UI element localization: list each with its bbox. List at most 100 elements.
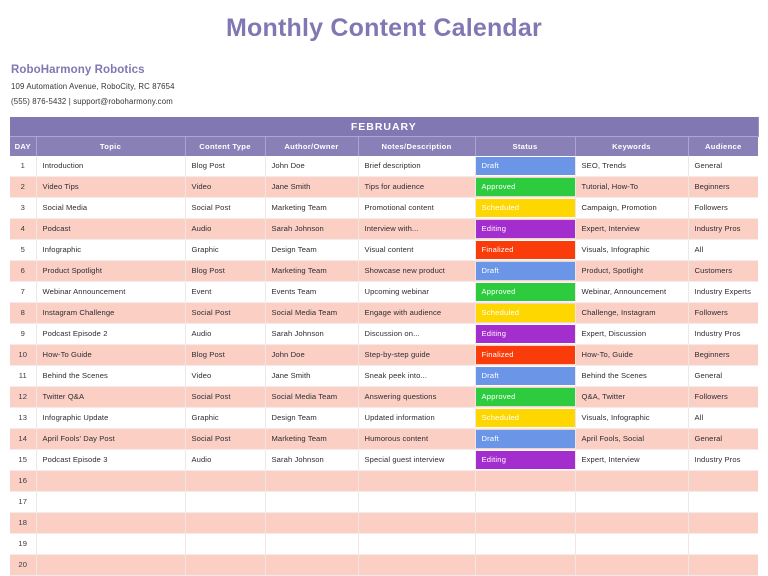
cell-content-type[interactable]: Social Post: [185, 302, 266, 324]
table-row[interactable]: 8 Instagram Challenge Social Post Social Me…: [10, 302, 759, 324]
status-badge[interactable]: Scheduled: [475, 198, 574, 217]
table-row[interactable]: 14 April Fools' Day Post Social Post Market…: [10, 428, 759, 450]
status-badge[interactable]: Editing: [475, 324, 574, 343]
cell-keywords[interactable]: Visuals, Infographic: [575, 239, 689, 261]
table-row[interactable]: 7 Webinar Announcement Event Events Team Upc…: [10, 281, 759, 303]
cell-keywords[interactable]: [575, 533, 689, 555]
status-badge[interactable]: Finalized: [475, 345, 574, 364]
table-row[interactable]: 17: [10, 491, 759, 513]
cell-status[interactable]: Approved: [475, 176, 576, 198]
cell-notes[interactable]: [358, 533, 476, 555]
column-header-audience[interactable]: Audience: [688, 136, 759, 156]
cell-audience[interactable]: All: [688, 239, 759, 261]
cell-status[interactable]: Approved: [475, 386, 576, 408]
cell-audience[interactable]: General: [688, 428, 759, 450]
cell-notes[interactable]: Brief description: [358, 155, 476, 177]
cell-author[interactable]: Marketing Team: [265, 428, 359, 450]
cell-audience[interactable]: [688, 470, 759, 492]
cell-content-type[interactable]: Social Post: [185, 386, 266, 408]
cell-content-type[interactable]: Social Post: [185, 197, 266, 219]
cell-content-type[interactable]: Graphic: [185, 239, 266, 261]
cell-audience[interactable]: [688, 554, 759, 576]
cell-status[interactable]: [475, 491, 576, 513]
cell-author[interactable]: John Doe: [265, 344, 359, 366]
table-row[interactable]: 20: [10, 554, 759, 576]
cell-status[interactable]: Editing: [475, 323, 576, 345]
cell-notes[interactable]: Answering questions: [358, 386, 476, 408]
cell-notes[interactable]: Visual content: [358, 239, 476, 261]
cell-keywords[interactable]: How-To, Guide: [575, 344, 689, 366]
cell-status[interactable]: [475, 470, 576, 492]
cell-keywords[interactable]: Webinar, Announcement: [575, 281, 689, 303]
cell-day[interactable]: 5: [10, 239, 37, 261]
cell-content-type[interactable]: Blog Post: [185, 155, 266, 177]
cell-notes[interactable]: Step-by-step guide: [358, 344, 476, 366]
status-badge[interactable]: [476, 472, 575, 490]
cell-day[interactable]: 20: [10, 554, 37, 576]
cell-content-type[interactable]: [185, 512, 266, 534]
cell-notes[interactable]: [358, 491, 476, 513]
cell-topic[interactable]: Infographic: [36, 239, 186, 261]
cell-audience[interactable]: General: [688, 365, 759, 387]
cell-audience[interactable]: [688, 491, 759, 513]
table-row[interactable]: 15 Podcast Episode 3 Audio Sarah Johnson Spe…: [10, 449, 759, 471]
table-row[interactable]: 16: [10, 470, 759, 492]
cell-topic[interactable]: Video Tips: [36, 176, 186, 198]
cell-keywords[interactable]: Challenge, Instagram: [575, 302, 689, 324]
cell-author[interactable]: Design Team: [265, 239, 359, 261]
cell-keywords[interactable]: [575, 491, 689, 513]
cell-content-type[interactable]: Blog Post: [185, 344, 266, 366]
status-badge[interactable]: [476, 493, 575, 511]
cell-topic[interactable]: Behind the Scenes: [36, 365, 186, 387]
table-row[interactable]: 1 Introduction Blog Post John Doe Brief desc…: [10, 155, 759, 177]
cell-day[interactable]: 6: [10, 260, 37, 282]
cell-topic[interactable]: Infographic Update: [36, 407, 186, 429]
cell-content-type[interactable]: Video: [185, 365, 266, 387]
cell-author[interactable]: Marketing Team: [265, 197, 359, 219]
cell-notes[interactable]: [358, 512, 476, 534]
cell-status[interactable]: Editing: [475, 449, 576, 471]
table-row[interactable]: 12 Twitter Q&A Social Post Social Media Tea…: [10, 386, 759, 408]
cell-day[interactable]: 2: [10, 176, 37, 198]
column-header-author[interactable]: Author/Owner: [265, 136, 359, 156]
cell-keywords[interactable]: Expert, Interview: [575, 449, 689, 471]
cell-notes[interactable]: Upcoming webinar: [358, 281, 476, 303]
cell-status[interactable]: Editing: [475, 218, 576, 240]
cell-topic[interactable]: [36, 470, 186, 492]
cell-topic[interactable]: Podcast Episode 2: [36, 323, 186, 345]
cell-audience[interactable]: Industry Experts: [688, 281, 759, 303]
cell-author[interactable]: Sarah Johnson: [265, 218, 359, 240]
cell-content-type[interactable]: [185, 491, 266, 513]
status-badge[interactable]: Draft: [475, 156, 574, 175]
cell-content-type[interactable]: [185, 554, 266, 576]
cell-day[interactable]: 16: [10, 470, 37, 492]
cell-day[interactable]: 12: [10, 386, 37, 408]
cell-audience[interactable]: Followers: [688, 386, 759, 408]
cell-content-type[interactable]: [185, 533, 266, 555]
status-badge[interactable]: Draft: [475, 429, 574, 448]
cell-day[interactable]: 4: [10, 218, 37, 240]
status-badge[interactable]: Scheduled: [475, 303, 574, 322]
cell-audience[interactable]: Industry Pros: [688, 449, 759, 471]
cell-author[interactable]: Social Media Team: [265, 386, 359, 408]
cell-day[interactable]: 13: [10, 407, 37, 429]
table-row[interactable]: 10 How-To Guide Blog Post John Doe Step-by-s…: [10, 344, 759, 366]
cell-notes[interactable]: Promotional content: [358, 197, 476, 219]
cell-day[interactable]: 3: [10, 197, 37, 219]
cell-author[interactable]: [265, 491, 359, 513]
cell-day[interactable]: 15: [10, 449, 37, 471]
cell-content-type[interactable]: Event: [185, 281, 266, 303]
column-header-status[interactable]: Status: [475, 136, 576, 156]
cell-keywords[interactable]: SEO, Trends: [575, 155, 689, 177]
cell-status[interactable]: [475, 554, 576, 576]
cell-day[interactable]: 11: [10, 365, 37, 387]
cell-keywords[interactable]: April Fools, Social: [575, 428, 689, 450]
column-header-notes[interactable]: Notes/Description: [358, 136, 476, 156]
cell-author[interactable]: [265, 554, 359, 576]
cell-day[interactable]: 14: [10, 428, 37, 450]
cell-notes[interactable]: Tips for audience: [358, 176, 476, 198]
cell-content-type[interactable]: [185, 470, 266, 492]
cell-audience[interactable]: [688, 533, 759, 555]
cell-day[interactable]: 7: [10, 281, 37, 303]
cell-notes[interactable]: Updated information: [358, 407, 476, 429]
